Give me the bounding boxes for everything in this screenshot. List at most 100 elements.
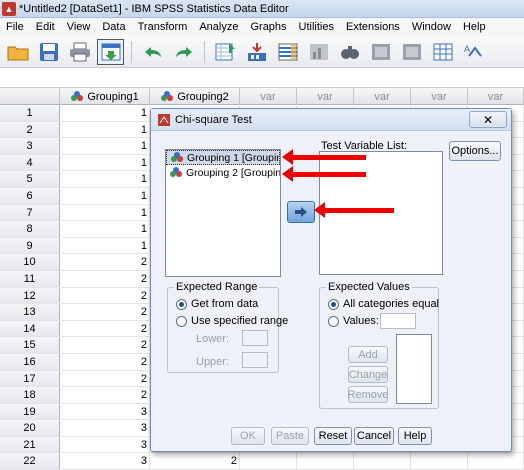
all-categories-equal-radio[interactable]: All categories equal (328, 298, 439, 310)
row-number[interactable]: 8 (0, 221, 60, 237)
row-number[interactable]: 21 (0, 436, 60, 453)
row-number[interactable]: 15 (0, 337, 60, 353)
data-cell[interactable]: 2 (60, 270, 150, 287)
values-radio[interactable]: Values: (328, 315, 379, 327)
menu-analyze[interactable]: Analyze (193, 21, 244, 33)
print-icon[interactable] (66, 39, 93, 65)
change-button[interactable]: Change (348, 366, 388, 383)
menu-file[interactable]: File (0, 21, 30, 33)
data-cell[interactable]: 2 (60, 387, 150, 403)
options-button[interactable]: Options... (449, 141, 501, 161)
data-cell[interactable]: 2 (150, 453, 240, 470)
data-cell[interactable]: 1 (60, 187, 150, 204)
help-button[interactable]: Help (398, 427, 432, 445)
row-number[interactable]: 3 (0, 138, 60, 154)
menu-edit[interactable]: Edit (30, 21, 61, 33)
redo-icon[interactable] (170, 39, 197, 65)
menu-utilities[interactable]: Utilities (293, 21, 340, 33)
move-to-test-list-button[interactable] (287, 201, 315, 223)
lower-input[interactable] (242, 330, 268, 346)
upper-input[interactable] (242, 352, 268, 368)
goto-variable-icon[interactable] (243, 39, 270, 65)
row-number[interactable]: 11 (0, 270, 60, 287)
menu-view[interactable]: View (61, 21, 97, 33)
data-cell[interactable]: 3 (60, 436, 150, 453)
data-cell[interactable]: 2 (60, 304, 150, 320)
row-number[interactable]: 19 (0, 403, 60, 420)
data-cell[interactable]: 2 (60, 287, 150, 304)
data-cell[interactable]: 2 (60, 353, 150, 370)
column-header-grouping2[interactable]: Grouping2 (150, 88, 240, 105)
cell-editor-bar[interactable] (0, 68, 524, 88)
ok-button[interactable]: OK (231, 427, 265, 445)
undo-icon[interactable] (139, 39, 166, 65)
row-number[interactable]: 1 (0, 105, 60, 121)
data-cell[interactable]: 1 (60, 171, 150, 187)
data-cell[interactable]: 1 (60, 237, 150, 254)
row-number[interactable]: 2 (0, 121, 60, 138)
value-labels-icon[interactable]: A (460, 39, 487, 65)
open-folder-icon[interactable] (4, 39, 31, 65)
data-cell[interactable]: 2 (60, 370, 150, 387)
row-number[interactable]: 16 (0, 353, 60, 370)
data-cell[interactable]: 1 (60, 138, 150, 154)
chart-icon[interactable] (305, 39, 332, 65)
row-number[interactable]: 7 (0, 204, 60, 221)
menu-window[interactable]: Window (406, 21, 457, 33)
data-cell[interactable]: 2 (60, 254, 150, 270)
column-header-var[interactable]: var (354, 88, 411, 105)
data-cell[interactable] (297, 453, 354, 470)
find-icon[interactable] (336, 39, 363, 65)
values-list[interactable] (396, 334, 432, 404)
save-icon[interactable] (35, 39, 62, 65)
remove-button[interactable]: Remove (348, 386, 388, 403)
data-cell[interactable]: 1 (60, 204, 150, 221)
insert-variable-icon[interactable] (398, 39, 425, 65)
row-number[interactable]: 4 (0, 154, 60, 171)
values-input[interactable] (380, 313, 416, 329)
row-number[interactable]: 17 (0, 370, 60, 387)
row-number[interactable]: 9 (0, 237, 60, 254)
goto-case-icon[interactable] (212, 39, 239, 65)
source-variable-item[interactable]: Grouping 1 [Groupin... (166, 150, 280, 165)
menu-extensions[interactable]: Extensions (340, 21, 406, 33)
data-cell[interactable]: 3 (60, 453, 150, 470)
row-number[interactable]: 6 (0, 187, 60, 204)
cancel-button[interactable]: Cancel (354, 427, 394, 445)
data-cell[interactable] (411, 453, 468, 470)
menu-data[interactable]: Data (96, 21, 131, 33)
source-variable-item[interactable]: Grouping 2 [Groupin... (166, 165, 280, 180)
menu-transform[interactable]: Transform (132, 21, 194, 33)
get-from-data-radio[interactable]: Get from data (176, 298, 258, 310)
data-cell[interactable]: 1 (60, 105, 150, 121)
corner-cell[interactable] (0, 88, 60, 105)
row-number[interactable]: 10 (0, 254, 60, 270)
source-variable-list[interactable]: Grouping 1 [Groupin... Grouping 2 [Group… (165, 149, 281, 277)
data-cell[interactable] (354, 453, 411, 470)
split-file-icon[interactable] (429, 39, 456, 65)
dialog-close-button[interactable]: ✕ (469, 111, 507, 128)
add-button[interactable]: Add (348, 346, 388, 363)
column-header-grouping1[interactable]: Grouping1 (60, 88, 150, 105)
row-number[interactable]: 18 (0, 387, 60, 403)
insert-cases-icon[interactable] (367, 39, 394, 65)
data-cell[interactable]: 2 (60, 320, 150, 337)
row-number[interactable]: 22 (0, 453, 60, 470)
row-number[interactable]: 13 (0, 304, 60, 320)
recall-dialog-icon[interactable] (97, 38, 124, 65)
data-cell[interactable]: 1 (60, 221, 150, 237)
paste-button[interactable]: Paste (271, 427, 309, 445)
column-header-var[interactable]: var (411, 88, 468, 105)
data-cell[interactable]: 1 (60, 121, 150, 138)
data-cell[interactable]: 1 (60, 154, 150, 171)
data-cell[interactable] (240, 453, 297, 470)
test-variable-list[interactable] (319, 151, 443, 275)
row-number[interactable]: 14 (0, 320, 60, 337)
use-specified-range-radio[interactable]: Use specified range (176, 315, 288, 327)
menu-graphs[interactable]: Graphs (244, 21, 292, 33)
row-number[interactable]: 5 (0, 171, 60, 187)
variables-icon[interactable] (274, 39, 301, 65)
row-number[interactable]: 20 (0, 420, 60, 436)
data-cell[interactable]: 2 (60, 337, 150, 353)
data-cell[interactable] (468, 453, 524, 470)
